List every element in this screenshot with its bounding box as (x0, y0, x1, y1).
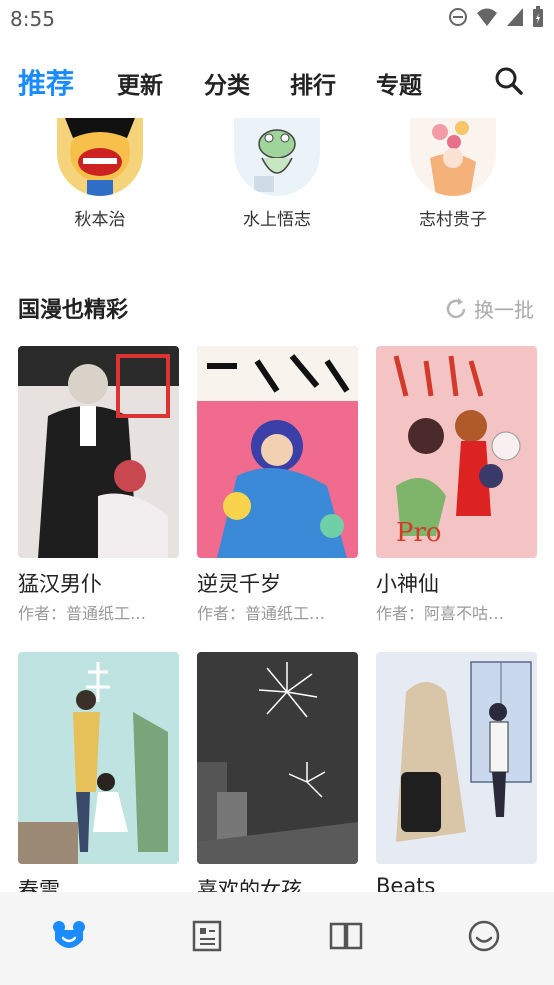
comic-card[interactable]: Beats (376, 652, 537, 898)
author-avatar (410, 118, 496, 196)
author-name: 志村贵子 (419, 210, 487, 230)
comic-cover[interactable] (18, 652, 179, 864)
comic-card[interactable]: 猛汉男仆 作者：普通纸工… (18, 346, 179, 624)
author-name: 秋本治 (74, 210, 126, 230)
comic-cover[interactable] (197, 652, 358, 864)
comic-title: 猛汉男仆 (18, 572, 102, 596)
author-avatar (234, 118, 320, 196)
comic-title: 小神仙 (376, 572, 439, 596)
refresh-icon (446, 297, 466, 318)
bear-icon (53, 921, 85, 948)
tab-updates[interactable]: 更新 (117, 66, 163, 100)
author-item[interactable]: 秋本治 (40, 118, 160, 230)
nav-home[interactable] (49, 916, 89, 956)
comic-cover[interactable] (376, 652, 537, 864)
comic-cover[interactable] (18, 346, 179, 558)
tab-recommend[interactable]: 推荐 (18, 62, 74, 102)
comic-card[interactable]: Pro 小神仙 作者：阿喜不咕… (376, 346, 537, 624)
author-list: 秋本治 水上悟志 志村贵子 (0, 118, 554, 238)
comic-author: 作者：阿喜不咕… (376, 604, 505, 623)
tab-topics[interactable]: 专题 (376, 66, 422, 100)
status-time: 8:55 (10, 7, 55, 31)
search-icon[interactable] (494, 66, 524, 96)
author-name: 水上悟志 (243, 210, 311, 230)
comic-cover[interactable]: Pro (376, 346, 537, 558)
signal-icon (507, 8, 523, 26)
top-nav: 推荐 更新 分类 排行 专题 (0, 52, 554, 112)
comic-card[interactable]: 春雪 (18, 652, 179, 904)
status-icons (448, 6, 544, 28)
refresh-label: 换一批 (474, 298, 534, 322)
cover-art-text: Pro (396, 518, 442, 548)
comic-title: 逆灵千岁 (197, 572, 281, 596)
comic-cover[interactable] (197, 346, 358, 558)
comic-card[interactable]: 喜欢的女孩… (197, 652, 358, 904)
status-bar: 8:55 (0, 0, 554, 38)
nav-profile[interactable] (464, 916, 504, 956)
refresh-button[interactable]: 换一批 (444, 294, 534, 323)
nav-bookshelf[interactable] (187, 916, 227, 956)
section-title: 国漫也精彩 (18, 298, 129, 323)
wifi-icon (477, 8, 497, 26)
comic-author: 作者：普通纸工… (197, 604, 326, 623)
document-icon (192, 920, 222, 952)
comic-card[interactable]: 逆灵千岁 作者：普通纸工… (197, 346, 358, 624)
author-item[interactable]: 水上悟志 (217, 118, 337, 230)
author-item[interactable]: 志村贵子 (393, 118, 513, 230)
tab-categories[interactable]: 分类 (204, 66, 250, 100)
tab-rankings[interactable]: 排行 (290, 66, 336, 100)
do-not-disturb-icon (449, 8, 467, 26)
section-header: 国漫也精彩 换一批 (0, 290, 554, 330)
comic-author: 作者：普通纸工… (18, 604, 147, 623)
battery-icon (533, 6, 543, 27)
book-icon (329, 922, 363, 950)
bottom-nav (0, 892, 554, 985)
smile-icon (468, 920, 500, 952)
author-avatar (57, 118, 143, 196)
nav-reading[interactable] (326, 916, 366, 956)
